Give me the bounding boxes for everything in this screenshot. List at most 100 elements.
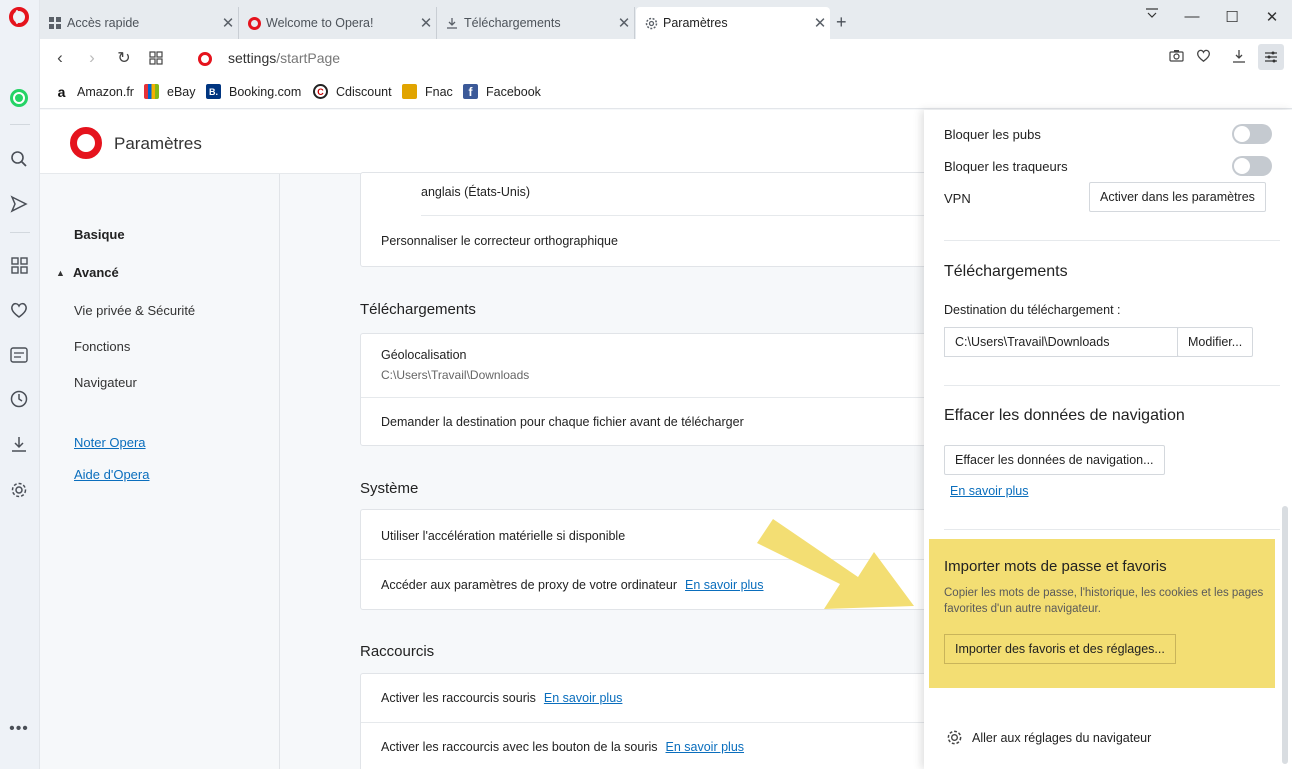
proxy-settings-item[interactable]: Accéder aux paramètres de proxy de votre… xyxy=(381,578,764,592)
sidebar-divider xyxy=(10,232,30,233)
learn-more-link[interactable]: En savoir plus xyxy=(544,691,623,705)
nav-basic[interactable]: Basique xyxy=(74,227,125,242)
bookmark-booking[interactable]: B. Booking.com xyxy=(206,84,301,99)
send-icon[interactable] xyxy=(9,194,29,214)
bookmark-ebay[interactable]: eBay xyxy=(144,84,196,99)
settings-nav: Basique ▲ Avancé Vie privée & Sécurité F… xyxy=(40,174,280,769)
nav-advanced[interactable]: Avancé xyxy=(73,265,119,280)
bookmark-label: Amazon.fr xyxy=(77,84,134,99)
bookmark-label: Facebook xyxy=(486,84,541,99)
downloads-section-title: Téléchargements xyxy=(360,301,476,318)
vpn-enable-button[interactable]: Activer dans les paramètres xyxy=(1089,182,1266,212)
mouse-gestures-item[interactable]: Activer les raccourcis souris En savoir p… xyxy=(381,691,622,705)
rocker-gestures-item[interactable]: Activer les raccourcis avec les bouton d… xyxy=(381,740,744,754)
import-button[interactable]: Importer des favoris et des réglages... xyxy=(944,634,1176,664)
speed-dial-icon[interactable] xyxy=(9,255,29,275)
tab-menu-icon[interactable] xyxy=(1142,6,1162,24)
minimize-icon[interactable]: — xyxy=(1182,8,1202,25)
more-icon[interactable]: ••• xyxy=(9,719,29,739)
panel-divider xyxy=(944,385,1280,386)
hardware-acceleration-item[interactable]: Utiliser l'accélération matérielle si di… xyxy=(381,529,625,543)
block-trackers-label: Bloquer les traqueurs xyxy=(944,159,1068,174)
go-to-browser-settings[interactable]: Aller aux réglages du navigateur xyxy=(946,729,1151,746)
learn-more-link[interactable]: En savoir plus xyxy=(685,578,764,592)
bookmarks-bar: a Amazon.fr eBay B. Booking.com C Cdiscount… xyxy=(40,77,1292,109)
panel-scrollbar[interactable] xyxy=(1282,506,1288,764)
url-path: /startPage xyxy=(276,50,341,66)
bookmark-facebook[interactable]: f Facebook xyxy=(463,84,541,99)
heart-icon[interactable] xyxy=(9,300,29,320)
rate-opera-link[interactable]: Noter Opera xyxy=(74,435,146,450)
shortcuts-section-title: Raccourcis xyxy=(360,643,435,660)
clear-data-button[interactable]: Effacer les données de navigation... xyxy=(944,445,1165,475)
clear-data-heading: Effacer les données de navigation xyxy=(944,407,1185,424)
chevron-up-icon[interactable]: ▲ xyxy=(56,268,65,278)
tab-title: Téléchargements xyxy=(464,16,561,30)
opera-help-link[interactable]: Aide d'Opera xyxy=(74,467,149,482)
cdiscount-icon: C xyxy=(313,84,328,99)
opera-menu-icon[interactable] xyxy=(9,7,29,27)
vpn-label: VPN xyxy=(944,191,971,206)
news-icon[interactable] xyxy=(9,345,29,365)
window-close-icon[interactable]: ✕ xyxy=(1262,8,1282,26)
opera-icon xyxy=(198,52,212,66)
forward-icon[interactable]: › xyxy=(82,48,102,68)
address-bar: ‹ › ↻ settings/startPage xyxy=(40,39,1292,77)
nav-features[interactable]: Fonctions xyxy=(74,339,130,354)
whatsapp-icon[interactable] xyxy=(10,89,28,107)
reload-icon[interactable]: ↻ xyxy=(114,48,134,68)
proxy-label: Accéder aux paramètres de proxy de votre… xyxy=(381,578,677,592)
learn-more-link[interactable]: En savoir plus xyxy=(950,484,1029,498)
downloads-card: Géolocalisation C:\Users\Travail\Downloa… xyxy=(360,333,930,446)
spellcheck-language[interactable]: anglais (États-Unis) xyxy=(421,185,530,199)
import-description: Copier les mots de passe, l'historique, … xyxy=(944,587,1264,615)
block-ads-label: Bloquer les pubs xyxy=(944,127,1041,142)
ask-download-location-item[interactable]: Demander la destination pour chaque fich… xyxy=(381,415,744,429)
tab-welcome[interactable]: Welcome to Opera! ✕ xyxy=(239,7,437,39)
system-section-title: Système xyxy=(360,480,419,497)
nav-privacy[interactable]: Vie privée & Sécurité xyxy=(74,303,195,318)
tab-downloads[interactable]: Téléchargements ✕ xyxy=(437,7,635,39)
close-icon[interactable]: ✕ xyxy=(614,14,634,32)
download-icon[interactable] xyxy=(9,434,29,454)
nav-browser[interactable]: Navigateur xyxy=(74,375,137,390)
close-icon[interactable]: ✕ xyxy=(218,14,238,32)
back-icon[interactable]: ‹ xyxy=(50,48,70,68)
speed-dial-icon xyxy=(48,16,62,30)
download-destination-field[interactable]: C:\Users\Travail\Downloads xyxy=(944,327,1178,357)
gear-icon xyxy=(644,16,658,30)
url-field[interactable]: settings/startPage xyxy=(228,50,340,66)
divider xyxy=(421,215,929,216)
download-icon[interactable] xyxy=(1229,49,1249,66)
bookmark-cdiscount[interactable]: C Cdiscount xyxy=(313,84,392,99)
download-icon xyxy=(445,16,459,30)
heart-icon[interactable] xyxy=(1193,49,1213,65)
download-location-label: Géolocalisation xyxy=(381,348,467,362)
maximize-icon[interactable]: ☐ xyxy=(1222,8,1242,26)
close-icon[interactable]: ✕ xyxy=(810,14,830,32)
bookmark-fnac[interactable]: Fnac xyxy=(402,84,453,99)
block-trackers-toggle[interactable] xyxy=(1232,156,1272,176)
tab-title: Paramètres xyxy=(663,16,728,30)
block-ads-toggle[interactable] xyxy=(1232,124,1272,144)
tab-snapshot-icon[interactable] xyxy=(146,50,166,70)
customize-spellcheck-item[interactable]: Personnaliser le correcteur orthographiq… xyxy=(381,234,618,248)
go-settings-label: Aller aux réglages du navigateur xyxy=(972,730,1152,745)
learn-more-link[interactable]: En savoir plus xyxy=(666,740,745,754)
divider xyxy=(361,559,929,560)
search-icon[interactable] xyxy=(9,149,29,169)
modify-button[interactable]: Modifier... xyxy=(1177,327,1254,357)
import-section: Importer mots de passe et favoris Copier… xyxy=(929,539,1275,688)
camera-icon[interactable] xyxy=(1166,49,1186,65)
tab-settings[interactable]: Paramètres ✕ xyxy=(636,7,830,39)
history-icon[interactable] xyxy=(9,389,29,409)
tab-speed-dial[interactable]: Accès rapide ✕ xyxy=(40,7,239,39)
settings-gear-icon[interactable] xyxy=(9,480,29,500)
new-tab-icon[interactable]: + xyxy=(836,12,847,33)
close-icon[interactable]: ✕ xyxy=(416,14,436,32)
easy-setup-panel: Bloquer les pubs Bloquer les traqueurs V… xyxy=(924,110,1292,769)
download-destination-label: Destination du téléchargement : xyxy=(944,303,1121,317)
amazon-icon: a xyxy=(57,83,66,100)
bookmark-amazon[interactable]: a Amazon.fr xyxy=(54,83,134,100)
easy-setup-icon[interactable] xyxy=(1258,44,1284,70)
